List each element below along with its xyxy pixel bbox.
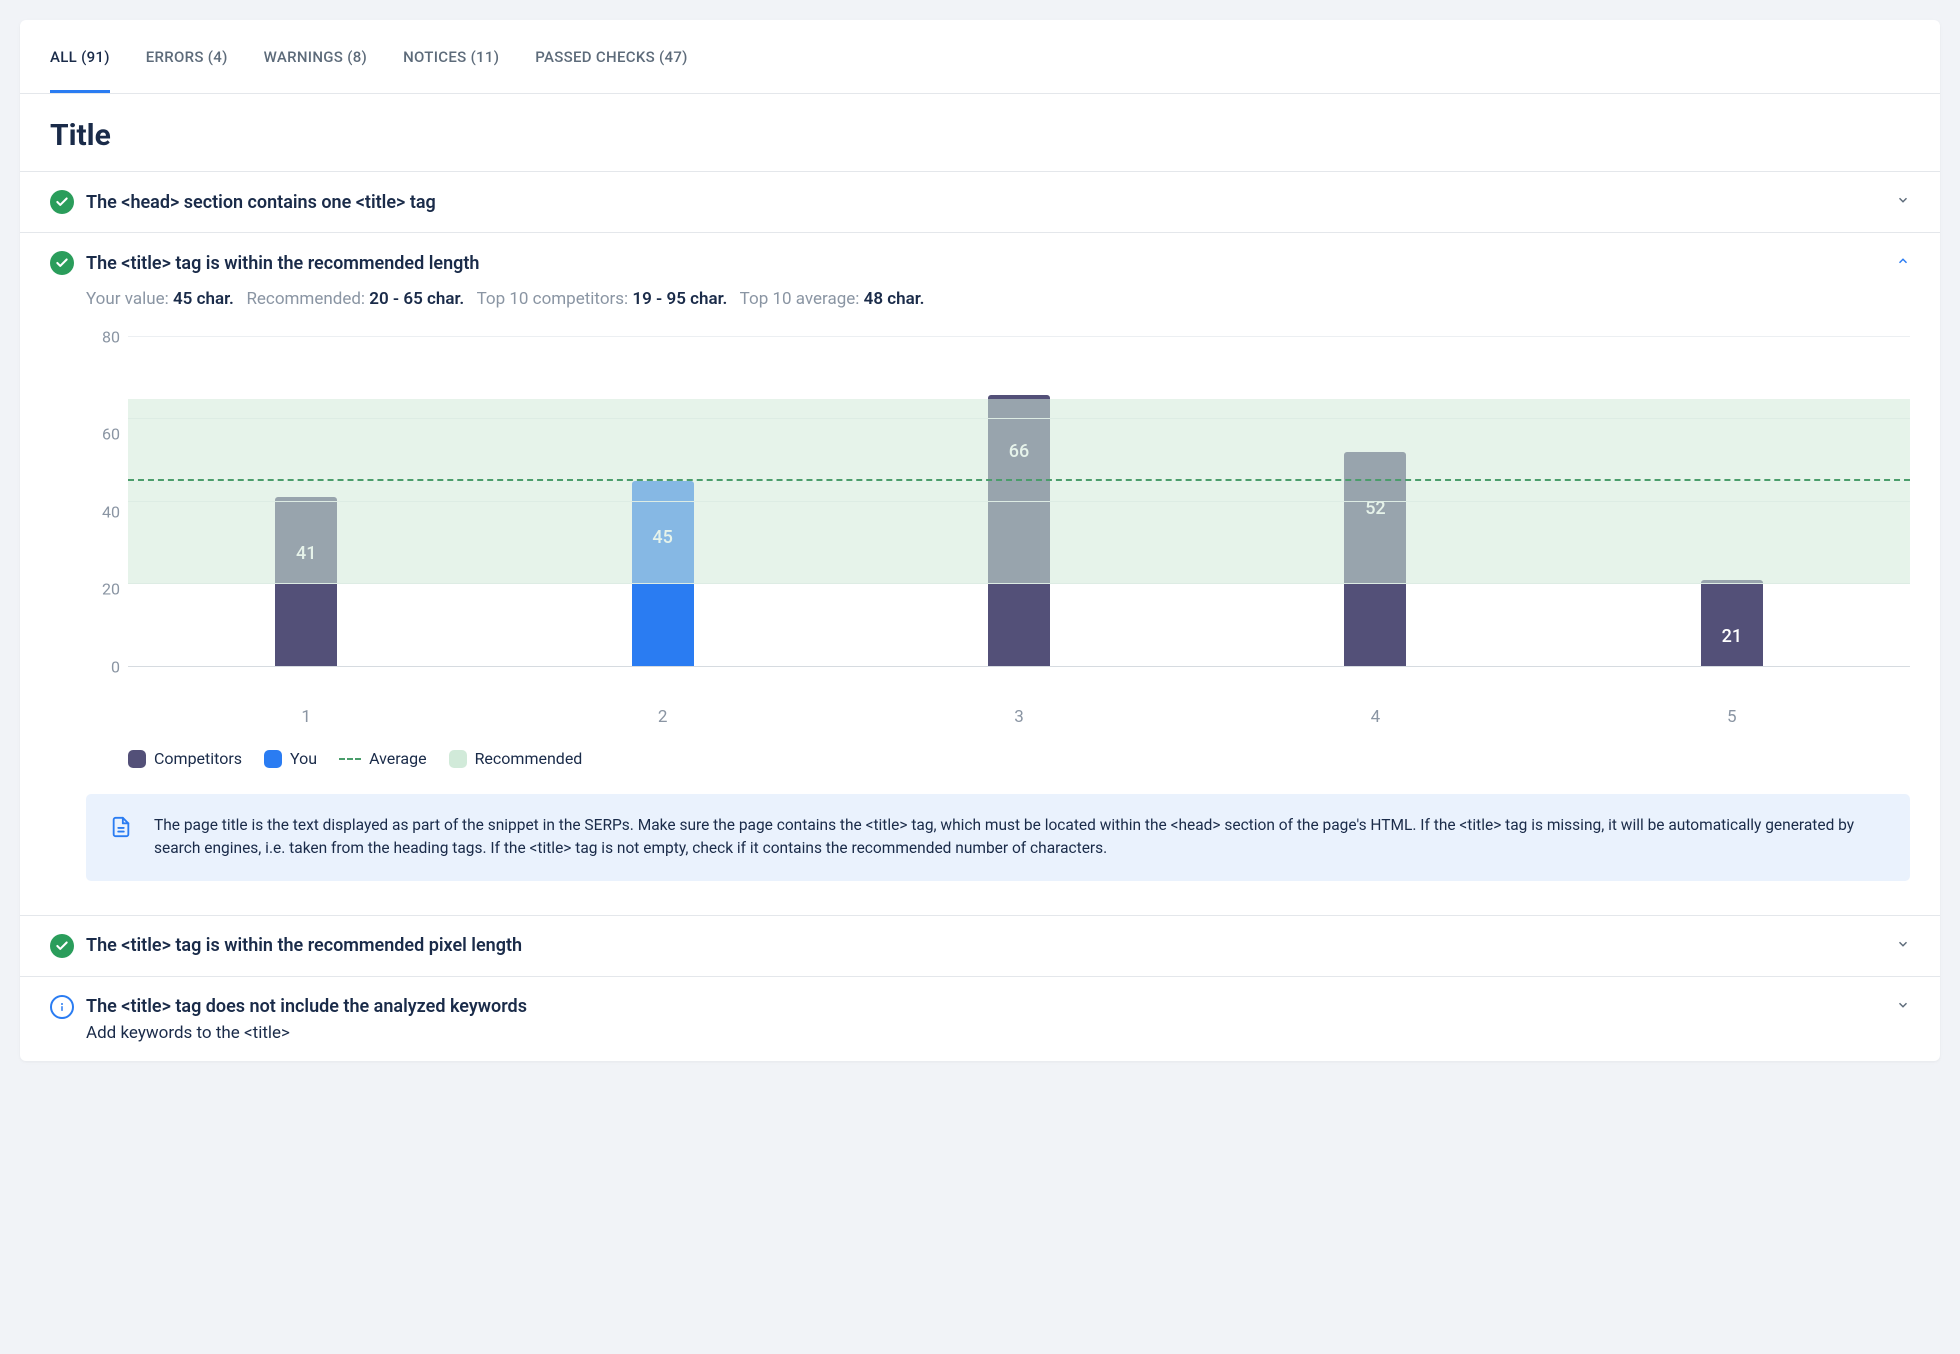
stat-comp-value: 19 - 95 char. xyxy=(632,289,727,309)
chevron-down-icon xyxy=(1896,193,1910,211)
tab[interactable]: ALL (91) xyxy=(50,20,110,93)
check-title: The <title> tag is within the recommende… xyxy=(86,935,1884,956)
gridline xyxy=(128,336,1910,337)
swatch-recommended-icon xyxy=(449,750,467,768)
stat-your-value: 45 char. xyxy=(173,289,234,309)
document-icon xyxy=(110,814,138,861)
stat-rec-label: Recommended: xyxy=(246,289,365,309)
plot-area: 4145665221 xyxy=(128,337,1910,667)
bar-competitor: 21 xyxy=(1701,580,1763,666)
x-tick: 5 xyxy=(1554,707,1910,727)
swatch-competitors-icon xyxy=(128,750,146,768)
y-tick: 0 xyxy=(86,658,120,677)
check-body: Your value: 45 char. Recommended: 20 - 6… xyxy=(50,275,1910,897)
chart: 020406080 4145665221 xyxy=(86,337,1910,695)
check-pass-icon xyxy=(50,251,74,275)
legend-recommended: Recommended xyxy=(449,749,583,768)
tab[interactable]: WARNINGS (8) xyxy=(264,20,367,93)
stat-your-label: Your value: xyxy=(86,289,169,309)
x-axis: 12345 xyxy=(128,707,1910,727)
info-box: The page title is the text displayed as … xyxy=(86,794,1910,881)
legend-label: Recommended xyxy=(475,749,583,768)
legend-label: You xyxy=(290,749,317,768)
audit-card: ALL (91) ERRORS (4) WARNINGS (8) NOTICES (1… xyxy=(20,20,1940,1061)
y-tick: 20 xyxy=(86,580,120,599)
x-tick: 1 xyxy=(128,707,484,727)
check-row-title-keywords: The <title> tag does not include the ana… xyxy=(20,977,1940,1061)
stat-line: Your value: 45 char. Recommended: 20 - 6… xyxy=(86,289,1910,309)
swatch-you-icon xyxy=(264,750,282,768)
stat-rec-value: 20 - 65 char. xyxy=(369,289,464,309)
stat-avg-value: 48 char. xyxy=(864,289,925,309)
tab[interactable]: PASSED CHECKS (47) xyxy=(535,20,687,93)
check-title: The <title> tag does not include the ana… xyxy=(86,996,1884,1017)
y-tick: 60 xyxy=(86,424,120,443)
check-pass-icon xyxy=(50,934,74,958)
swatch-average-icon xyxy=(339,758,361,760)
stat-avg-label: Top 10 average: xyxy=(740,289,860,309)
check-toggle[interactable]: The <head> section contains one <title> … xyxy=(50,190,1910,214)
check-subtitle: Add keywords to the <title> xyxy=(86,1023,1910,1043)
notice-info-icon xyxy=(50,995,74,1019)
check-row-title-length: The <title> tag is within the recommende… xyxy=(20,233,1940,916)
chevron-down-icon xyxy=(1896,937,1910,955)
check-row-head-title-tag: The <head> section contains one <title> … xyxy=(20,172,1940,233)
check-title: The <head> section contains one <title> … xyxy=(86,192,1884,213)
check-toggle[interactable]: The <title> tag is within the recommende… xyxy=(50,934,1910,958)
info-text: The page title is the text displayed as … xyxy=(154,814,1886,861)
legend-competitors: Competitors xyxy=(128,749,242,768)
average-line xyxy=(128,479,1910,481)
tab[interactable]: NOTICES (11) xyxy=(403,20,499,93)
x-tick: 2 xyxy=(484,707,840,727)
x-tick: 4 xyxy=(1197,707,1553,727)
legend: Competitors You Average Recommended xyxy=(128,749,1910,768)
check-toggle[interactable]: The <title> tag does not include the ana… xyxy=(50,995,1910,1019)
check-title: The <title> tag is within the recommende… xyxy=(86,253,1884,274)
section-header: Title xyxy=(20,94,1940,172)
legend-label: Average xyxy=(369,749,426,768)
y-axis: 020406080 xyxy=(86,337,120,667)
chevron-up-icon xyxy=(1896,254,1910,272)
x-tick: 3 xyxy=(841,707,1197,727)
legend-label: Competitors xyxy=(154,749,242,768)
y-tick: 40 xyxy=(86,502,120,521)
y-tick: 80 xyxy=(86,328,120,347)
check-row-title-pixel-length: The <title> tag is within the recommende… xyxy=(20,916,1940,977)
check-toggle[interactable]: The <title> tag is within the recommende… xyxy=(50,251,1910,275)
recommended-band xyxy=(128,399,1910,584)
tab[interactable]: ERRORS (4) xyxy=(146,20,228,93)
stat-comp-label: Top 10 competitors: xyxy=(477,289,629,309)
tabs-bar: ALL (91) ERRORS (4) WARNINGS (8) NOTICES (1… xyxy=(20,20,1940,94)
chevron-down-icon xyxy=(1896,998,1910,1016)
legend-you: You xyxy=(264,749,317,768)
legend-average: Average xyxy=(339,749,426,768)
section-title: Title xyxy=(50,118,1910,153)
check-pass-icon xyxy=(50,190,74,214)
